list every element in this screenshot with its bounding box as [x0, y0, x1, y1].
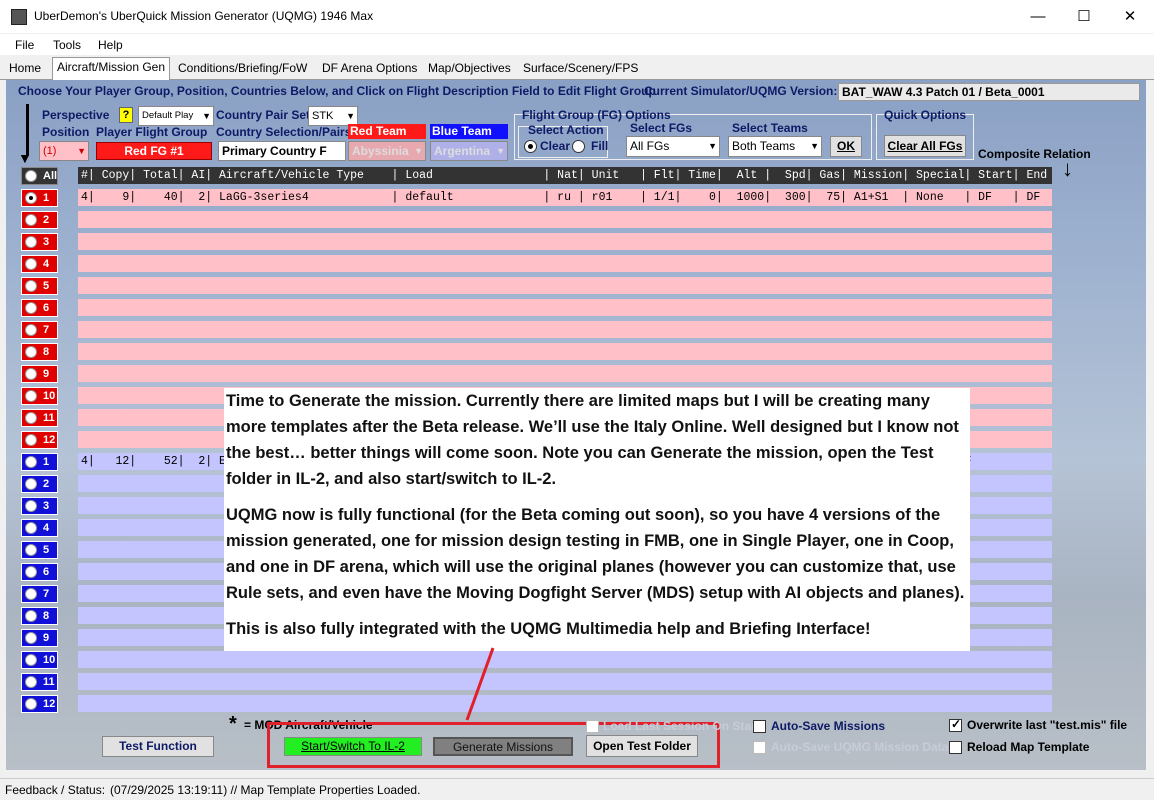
auto-save-missions-checkbox[interactable] — [753, 720, 766, 733]
test-function-button[interactable]: Test Function — [102, 736, 214, 757]
auto-save-uqmg-checkbox[interactable] — [753, 741, 766, 754]
tab-strip: Home Aircraft/Mission Gen Conditions/Bri… — [0, 56, 1154, 80]
tab-surface-scenery[interactable]: Surface/Scenery/FPS — [519, 59, 642, 79]
menu-file[interactable]: File — [15, 38, 34, 52]
status-message: (07/29/2025 13:19:11) // Map Template Pr… — [110, 783, 421, 797]
annotation-arrow — [465, 647, 495, 721]
menu-tools[interactable]: Tools — [53, 38, 81, 52]
title-bar: UberDemon's UberQuick Mission Generator … — [0, 0, 1154, 33]
auto-save-missions-label: Auto-Save Missions — [771, 719, 886, 733]
auto-save-uqmg-label: Auto-Save UQMG Mission Data — [771, 740, 949, 754]
close-button[interactable]: ✕ — [1107, 0, 1153, 33]
tab-home[interactable]: Home — [5, 59, 45, 79]
tab-df-arena-options[interactable]: DF Arena Options — [318, 59, 421, 79]
window-title: UberDemon's UberQuick Mission Generator … — [34, 9, 374, 23]
minimize-button[interactable]: — — [1015, 0, 1061, 33]
menu-bar: File Tools Help — [0, 34, 1154, 55]
tab-map-objectives[interactable]: Map/Objectives — [424, 59, 515, 79]
mod-star: * — [229, 713, 237, 735]
status-label: Feedback / Status: — [5, 783, 106, 797]
load-last-session-checkbox[interactable] — [586, 720, 599, 733]
reload-map-label: Reload Map Template — [967, 740, 1090, 754]
status-bar: Feedback / Status: (07/29/2025 13:19:11)… — [0, 778, 1154, 800]
overwrite-test-label: Overwrite last "test.mis" file — [967, 718, 1128, 732]
maximize-button[interactable]: ☐ — [1061, 0, 1107, 33]
app-icon — [11, 9, 27, 25]
mission-gen-panel: Choose Your Player Group, Position, Coun… — [6, 80, 1146, 770]
menu-help[interactable]: Help — [98, 38, 123, 52]
tab-conditions-briefing[interactable]: Conditions/Briefing/FoW — [174, 59, 311, 79]
tab-aircraft-mission-gen[interactable]: Aircraft/Mission Gen — [52, 57, 171, 80]
reload-map-checkbox[interactable] — [949, 741, 962, 754]
load-last-session-label: Load Last Session On Start — [603, 719, 760, 733]
overwrite-test-checkbox[interactable] — [949, 717, 962, 732]
